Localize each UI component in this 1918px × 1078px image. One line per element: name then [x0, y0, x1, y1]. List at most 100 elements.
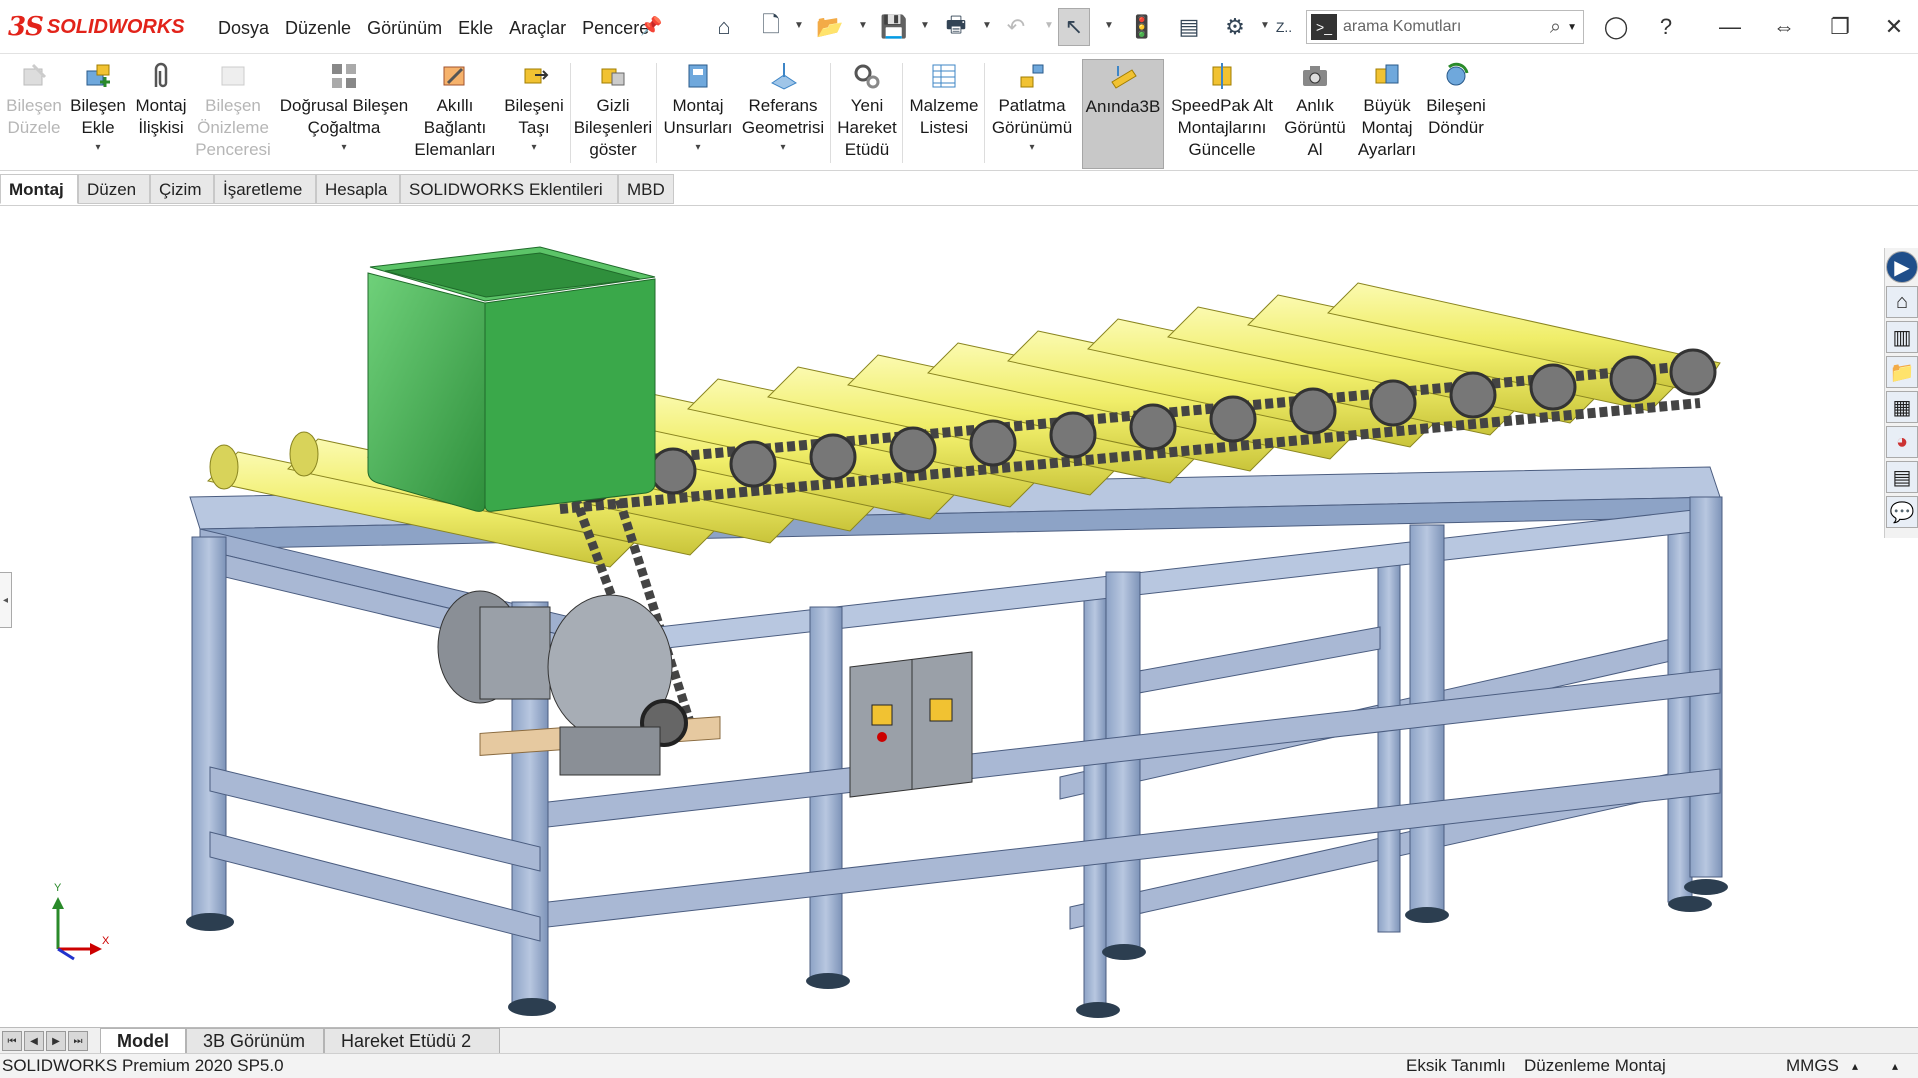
- help-icon[interactable]: ?: [1648, 12, 1684, 42]
- coordinate-triad: Y X: [52, 882, 110, 961]
- options-gear-icon[interactable]: ⚙: [1218, 8, 1252, 46]
- take-snapshot-button[interactable]: Anlık Görüntü Al: [1280, 59, 1350, 169]
- exploded-view-label: Patlatma Görünümü: [991, 96, 1073, 137]
- reference-geometry-button[interactable]: Referans Geometrisi ▾: [740, 59, 826, 169]
- insert-component-button[interactable]: Bileşen Ekle ▾: [70, 59, 126, 169]
- command-search-box[interactable]: >_ arama Komutları ⌕ ▼: [1306, 10, 1584, 44]
- options-dropdown-icon[interactable]: ▼: [1260, 20, 1270, 31]
- tab-layout[interactable]: Düzen: [78, 174, 150, 204]
- new-motion-study-button[interactable]: Yeni Hareket Etüdü: [834, 59, 900, 169]
- exploded-view-button[interactable]: Patlatma Görünümü ▾: [988, 59, 1076, 169]
- tile-window-icon[interactable]: ⇔: [1766, 12, 1802, 42]
- tab-solidworks-addins[interactable]: SOLIDWORKS Eklentileri: [400, 174, 618, 204]
- new-dropdown-icon[interactable]: ▼: [794, 20, 804, 31]
- new-document-icon[interactable]: 🗋: [756, 8, 786, 46]
- bill-of-materials-button[interactable]: Malzeme Listesi: [906, 59, 982, 169]
- show-hidden-components-button[interactable]: Gizli Bileşenleri göster: [574, 59, 652, 169]
- tab-evaluate[interactable]: Hesapla: [316, 174, 400, 204]
- file-properties-icon[interactable]: ▤: [1172, 8, 1206, 46]
- insert-component-dropdown-icon[interactable]: ▾: [95, 137, 100, 159]
- task-pane: ▶ ⌂ ▥ 📁 ▦ ◕ ▤ 💬: [1884, 248, 1918, 538]
- select-arrow-icon[interactable]: ↖: [1058, 8, 1090, 46]
- instant3d-label: Anında3B: [1085, 97, 1161, 116]
- move-component-dropdown-icon[interactable]: ▾: [531, 137, 536, 159]
- insert-component-label: Bileşen Ekle: [70, 96, 126, 137]
- open-icon[interactable]: 📂: [812, 8, 848, 46]
- prev-tab-icon[interactable]: ◀: [24, 1031, 44, 1051]
- bill-of-materials-label: Malzeme Listesi: [909, 96, 979, 137]
- edit-component-button[interactable]: Bileşen Düzele: [2, 59, 66, 169]
- save-dropdown-icon[interactable]: ▼: [920, 20, 930, 31]
- close-icon[interactable]: ✕: [1876, 12, 1912, 42]
- paperclip-icon: [144, 59, 178, 93]
- rotate-component-button[interactable]: Bileşeni Döndür: [1422, 59, 1490, 169]
- ribbon-separator: [656, 63, 657, 163]
- tab-sketch[interactable]: Çizim: [150, 174, 214, 204]
- select-dropdown-icon[interactable]: ▼: [1104, 20, 1114, 31]
- assembly-features-button[interactable]: Montaj Unsurları ▾: [660, 59, 736, 169]
- linear-pattern-label: Doğrusal Bileşen Çoğaltma: [279, 96, 409, 137]
- save-icon[interactable]: 💾: [876, 8, 912, 46]
- status-expand-icon[interactable]: ▴: [1892, 1054, 1898, 1078]
- minimize-icon[interactable]: —: [1712, 12, 1748, 42]
- search-icon[interactable]: ⌕: [1550, 16, 1561, 39]
- custom-properties-icon[interactable]: ▤: [1886, 461, 1918, 493]
- home-icon[interactable]: ⌂: [706, 8, 742, 46]
- file-explorer-icon[interactable]: 📁: [1886, 356, 1918, 388]
- first-tab-icon[interactable]: ⏮: [2, 1031, 22, 1051]
- undo-dropdown-icon[interactable]: ▼: [1044, 20, 1054, 31]
- pin-menu-icon[interactable]: 📌: [640, 16, 662, 37]
- forum-icon[interactable]: 💬: [1886, 496, 1918, 528]
- ribbon-separator: [984, 63, 985, 163]
- exploded-view-dropdown-icon[interactable]: ▾: [1029, 137, 1034, 159]
- tab-motion-study-2[interactable]: Hareket Etüdü 2: [324, 1028, 500, 1054]
- units-dropdown-icon[interactable]: ▴: [1852, 1054, 1858, 1078]
- linear-pattern-dropdown-icon[interactable]: ▾: [341, 137, 346, 159]
- smart-fasteners-label: Akıllı Bağlantı Elemanları: [414, 96, 496, 159]
- linear-pattern-button[interactable]: Doğrusal Bileşen Çoğaltma ▾: [274, 59, 414, 169]
- mate-button[interactable]: Montaj İlişkisi: [130, 59, 192, 169]
- tab-mbd[interactable]: MBD: [618, 174, 674, 204]
- tab-assembly[interactable]: Montaj: [0, 174, 78, 204]
- rebuild-traffic-light-icon[interactable]: 🚦: [1126, 8, 1158, 46]
- menu-insert[interactable]: Ekle: [450, 16, 501, 41]
- menu-view[interactable]: Görünüm: [359, 16, 450, 41]
- menu-tools[interactable]: Araçlar: [501, 16, 574, 41]
- new-motion-study-label: Yeni Hareket Etüdü: [837, 96, 897, 159]
- print-icon[interactable]: 🖶: [938, 8, 974, 46]
- user-account-icon[interactable]: ◯: [1598, 12, 1634, 42]
- last-tab-icon[interactable]: ⏭: [68, 1031, 88, 1051]
- zoom-hint: Z..: [1275, 19, 1293, 35]
- smart-fasteners-button[interactable]: Akıllı Bağlantı Elemanları: [414, 59, 496, 169]
- ribbon-separator: [830, 63, 831, 163]
- large-assembly-settings-button[interactable]: Büyük Montaj Ayarları: [1352, 59, 1422, 169]
- update-speedpak-button[interactable]: SpeedPak Alt Montajlarını Güncelle: [1168, 59, 1276, 169]
- instant3d-button[interactable]: Anında3B: [1082, 59, 1164, 169]
- search-dropdown-icon[interactable]: ▼: [1567, 22, 1577, 33]
- feature-manager-collapse-handle[interactable]: ◂: [0, 572, 12, 628]
- solidworks-resources-icon[interactable]: ▶: [1886, 251, 1918, 283]
- graphics-area[interactable]: Y X: [0, 207, 1890, 1027]
- move-component-button[interactable]: Bileşeni Taşı ▾: [500, 59, 568, 169]
- design-library-icon[interactable]: ▥: [1886, 321, 1918, 353]
- menu-edit[interactable]: Düzenle: [277, 16, 359, 41]
- tab-markup[interactable]: İşaretleme: [214, 174, 316, 204]
- next-tab-icon[interactable]: ▶: [46, 1031, 66, 1051]
- maximize-icon[interactable]: ❐: [1822, 12, 1858, 42]
- assembly-features-dropdown-icon[interactable]: ▾: [695, 137, 700, 159]
- component-preview-window-button[interactable]: Bileşen Önizleme Penceresi: [195, 59, 271, 169]
- search-input[interactable]: arama Komutları: [1343, 18, 1550, 36]
- open-dropdown-icon[interactable]: ▼: [858, 20, 868, 31]
- tab-3d-view[interactable]: 3B Görünüm: [186, 1028, 324, 1054]
- undo-icon[interactable]: ↶: [1000, 8, 1032, 46]
- solidworks-window: 3S SOLIDWORKS Dosya Düzenle Görünüm Ekle…: [0, 0, 1918, 1078]
- design-library-home-icon[interactable]: ⌂: [1886, 286, 1918, 318]
- menu-file[interactable]: Dosya: [210, 16, 277, 41]
- unit-system[interactable]: MMGS: [1786, 1054, 1839, 1078]
- print-dropdown-icon[interactable]: ▼: [982, 20, 992, 31]
- tab-model[interactable]: Model: [100, 1028, 186, 1054]
- appearances-icon[interactable]: ◕: [1886, 426, 1918, 458]
- view-palette-icon[interactable]: ▦: [1886, 391, 1918, 423]
- reference-geometry-dropdown-icon[interactable]: ▾: [780, 137, 785, 159]
- conveyor-assembly-model[interactable]: Y X: [0, 207, 1890, 1027]
